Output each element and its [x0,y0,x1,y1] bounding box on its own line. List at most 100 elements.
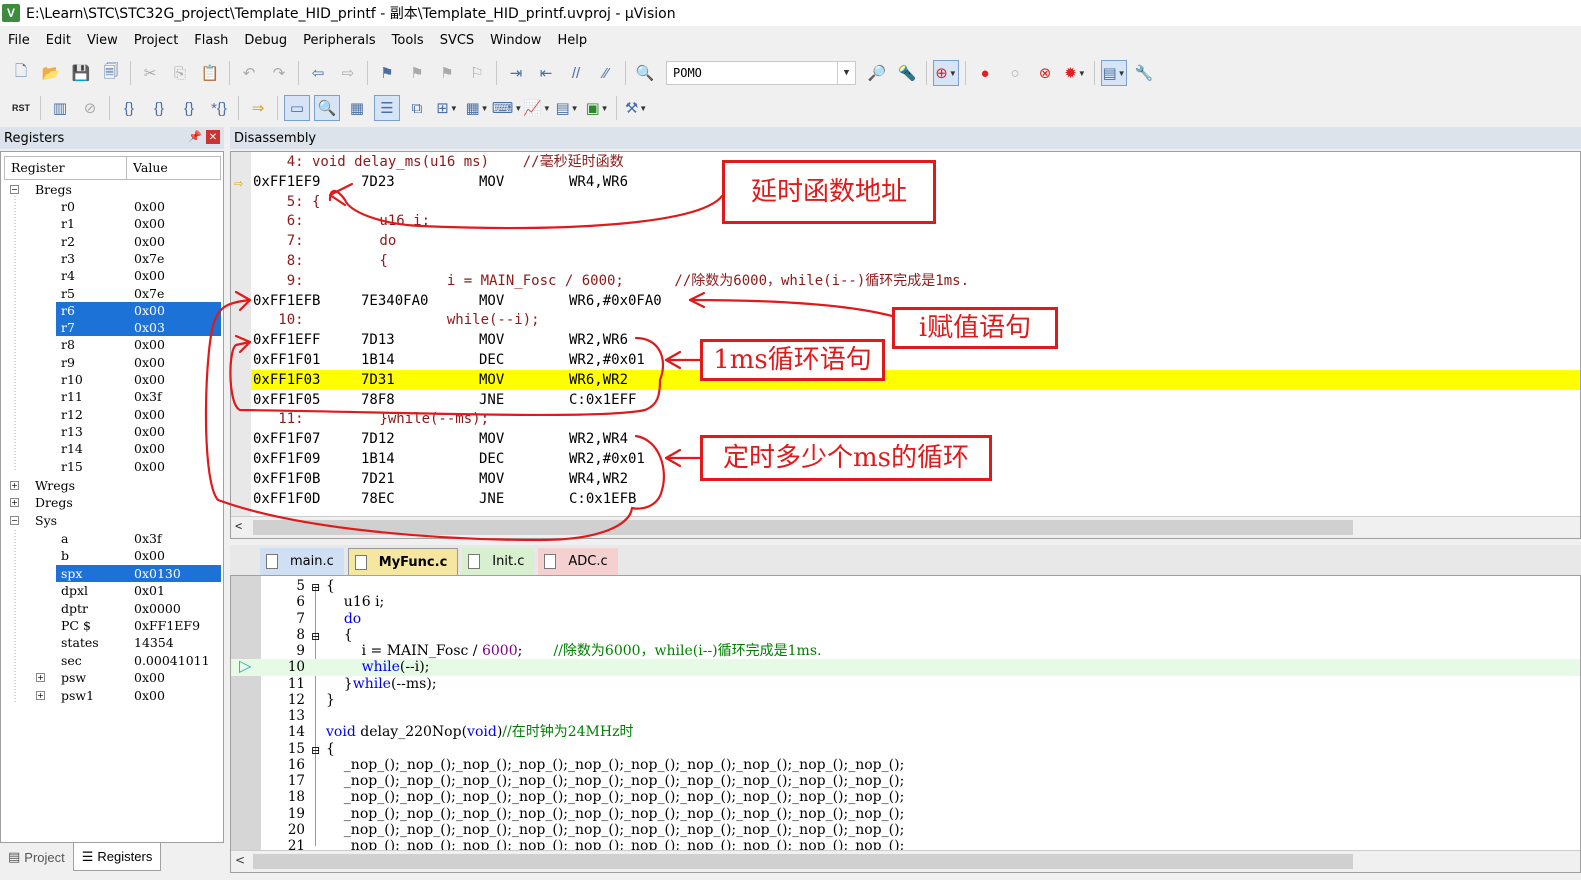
register-row[interactable]: r4 0x00 [4,267,221,284]
register-value[interactable]: 0x00 [134,233,165,250]
tab-adc-c[interactable]: ADC.c [538,548,618,575]
incremental-find-icon[interactable]: 🔦 [894,60,920,86]
indent-icon[interactable]: ⇥ [503,60,529,86]
asm-line[interactable]: 0xFF1F01 1B14 DEC WR2,#0x01 [251,350,1580,370]
analysis-windows-icon[interactable]: 📈 ▼ [523,95,551,121]
register-row[interactable]: r11 0x3f [4,388,221,405]
trace-windows-icon[interactable]: ▤ ▼ [554,95,580,121]
disassembly-hscrollbar[interactable]: < [231,516,1580,538]
save-icon[interactable]: 💾 [68,60,94,86]
register-value[interactable]: 0x00 [134,354,165,371]
register-value[interactable]: 0x7e [134,285,164,302]
expand-icon[interactable]: + [10,481,19,490]
register-value[interactable]: 0x00 [134,547,165,564]
editor-hscrollbar[interactable]: < [231,850,1580,872]
prev-bookmark-icon[interactable]: ⚑ [404,60,430,86]
code-line[interactable]: 9 i = MAIN_Fosc / 6000; //除数为6000，while(… [231,643,1580,659]
scroll-left-icon[interactable]: < [235,519,242,533]
next-bookmark-icon[interactable]: ⚑ [434,60,460,86]
menu-project[interactable]: Project [126,33,186,48]
register-value[interactable]: 0x3f [134,388,162,405]
register-value[interactable]: 0x00 [134,336,165,353]
register-row[interactable]: a 0x3f [4,530,221,547]
asm-line[interactable]: 0xFF1F03 7D31 MOV WR6,WR2 [251,369,1580,390]
register-row[interactable]: dpxl 0x01 [4,582,221,599]
run-to-cursor-icon[interactable]: *{} [206,95,232,121]
column-value[interactable]: Value [127,157,168,179]
breakpoint-icon[interactable]: ● [972,60,998,86]
register-value[interactable]: 0xFF1EF9 [134,617,200,634]
register-row[interactable]: r5 0x7e [4,285,221,302]
register-row[interactable]: + psw1 0x00 [4,687,221,704]
code-line[interactable]: 7 do [231,611,1580,627]
menu-view[interactable]: View [79,33,126,48]
asm-line[interactable]: 0xFF1F0D 78EC JNE C:0x1EFB [251,489,1580,509]
register-row[interactable]: dptr 0x0000 [4,600,221,617]
tab-myfunc-c[interactable]: MyFunc.c [347,548,459,575]
menu-file[interactable]: File [0,33,38,48]
uncomment-icon[interactable]: ⁄⁄ [593,60,619,86]
register-row[interactable]: r15 0x00 [4,458,221,475]
register-row[interactable]: r7 0x03 [4,319,221,337]
register-value[interactable]: 0x00 [134,687,165,704]
disable-all-breakpoints-icon[interactable]: ⊗ [1032,60,1058,86]
toolbox-icon[interactable]: ⚒ ▼ [623,95,649,121]
register-value[interactable]: 0x00 [134,302,165,319]
disassembly-window-icon[interactable]: 🔍 [314,95,340,121]
register-row[interactable]: r0 0x00 [4,198,221,215]
source-line[interactable]: 9: i = MAIN_Fosc / 6000; //除数为6000，while… [251,271,1580,291]
source-editor[interactable]: 5 ⊟{6 u16 i; 7 do 8 ⊟ {9 i = MAIN_Fosc / 600… [230,575,1581,873]
clear-bookmarks-icon[interactable]: ⚐ [464,60,490,86]
code-line[interactable]: 20 _nop_();_nop_();_nop_();_nop_();_nop_… [231,822,1580,838]
group-wregs[interactable]: + Wregs [4,477,221,494]
menu-debug[interactable]: Debug [236,33,295,48]
source-line[interactable]: 8: { [251,251,1580,271]
memory-windows-icon[interactable]: ▦ ▼ [464,95,490,121]
expand-icon[interactable]: + [10,498,19,507]
register-row[interactable]: PC $ 0xFF1EF9 [4,617,221,634]
unindent-icon[interactable]: ⇤ [533,60,559,86]
comment-icon[interactable]: // [563,60,589,86]
scroll-thumb[interactable] [253,520,1353,535]
code-line[interactable]: 12} [231,692,1580,708]
register-row[interactable]: r3 0x7e [4,250,221,267]
collapse-icon[interactable]: − [10,185,19,194]
configure-icon[interactable]: 🔧 [1131,60,1157,86]
menu-peripherals[interactable]: Peripherals [295,33,384,48]
register-row[interactable]: r6 0x00 [4,301,221,319]
system-viewer-icon[interactable]: ▣ ▼ [584,95,610,121]
menu-flash[interactable]: Flash [186,33,236,48]
code-line[interactable]: 11 }while(--ms); [231,676,1580,692]
register-row[interactable]: sec 0.00041011 [4,652,221,669]
group-bregs[interactable]: − Bregs [4,181,221,198]
register-value[interactable]: 0x01 [134,582,165,599]
step-into-icon[interactable]: {} [116,95,142,121]
menu-edit[interactable]: Edit [38,33,79,48]
register-row[interactable]: r13 0x00 [4,423,221,440]
code-line[interactable]: 14 void delay_220Nop(void)//在时钟为24MHz时 [231,724,1580,740]
register-row[interactable]: r14 0x00 [4,440,221,457]
symbols-window-icon[interactable]: ▦ [344,95,370,121]
step-out-icon[interactable]: {} [176,95,202,121]
copy-icon[interactable]: ⎘ [167,60,193,86]
register-value[interactable]: 0x03 [134,319,165,336]
column-register[interactable]: Register [5,157,127,179]
expand-icon[interactable]: + [36,690,45,700]
scroll-left-icon[interactable]: < [235,853,245,867]
code-line[interactable]: 19 _nop_();_nop_();_nop_();_nop_();_nop_… [231,806,1580,822]
register-value[interactable]: 0.00041011 [134,652,210,669]
window-layout-icon[interactable]: ▤ ▼ [1101,60,1127,86]
register-value[interactable]: 0x00 [134,458,165,475]
call-stack-window-icon[interactable]: ⧉ [404,95,430,121]
register-value[interactable]: 0x0130 [134,565,181,582]
stop-icon[interactable]: ⊘ [77,95,103,121]
find-in-files-icon[interactable]: 🔍 [632,60,658,86]
navigate-forward-icon[interactable]: ⇨ [335,60,361,86]
kill-all-breakpoints-icon[interactable]: ✹ ▼ [1062,60,1088,86]
undo-icon[interactable]: ↶ [236,60,262,86]
menu-tools[interactable]: Tools [384,33,432,48]
code-line[interactable]: 8 ⊟ { [231,627,1580,643]
code-line[interactable]: 15 ⊟{ [231,741,1580,757]
register-row[interactable]: + psw 0x00 [4,669,221,686]
cut-icon[interactable]: ✂ [137,60,163,86]
